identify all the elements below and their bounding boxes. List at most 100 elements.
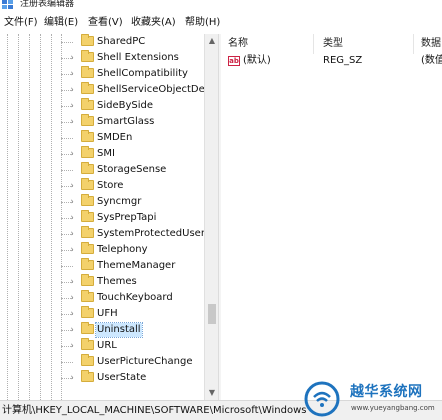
tree-node-label: URL	[97, 340, 117, 351]
tree-node-label: Syncmgr	[97, 196, 142, 207]
chevron-right-icon[interactable]: ›	[68, 52, 76, 64]
menu-bar: 文件(F) 编辑(E) 查看(V) 收藏夹(A) 帮助(H)	[0, 12, 442, 35]
tree-node[interactable]: › TouchKeyboard	[0, 290, 204, 306]
values-list[interactable]: 名称 类型 数据 ab (默认) REG_SZ (数值	[221, 34, 442, 400]
menu-favorites[interactable]: 收藏夹(A)	[131, 16, 176, 30]
folder-icon	[81, 114, 94, 126]
chevron-right-icon[interactable]: ›	[68, 212, 76, 224]
column-header-data[interactable]: 数据	[421, 37, 441, 51]
folder-icon	[81, 210, 94, 222]
chevron-right-icon[interactable]: ›	[68, 292, 76, 304]
tree-node[interactable]: › Shell Extensions	[0, 50, 204, 66]
tree-node-label: Store	[97, 180, 124, 191]
tree-node[interactable]: StorageSense	[0, 162, 204, 178]
menu-help[interactable]: 帮助(H)	[185, 16, 220, 30]
watermark-url: www.yueyangbang.com	[351, 404, 435, 412]
tree-node[interactable]: › SMI	[0, 146, 204, 162]
tree-node[interactable]: UserPictureChange	[0, 354, 204, 370]
chevron-right-icon[interactable]: ›	[68, 196, 76, 208]
tree-connector	[61, 42, 73, 43]
folder-icon	[81, 226, 94, 238]
tree-connector	[61, 266, 73, 267]
tree-node[interactable]: › UserState	[0, 370, 204, 386]
window-title: 注册表编辑器	[20, 0, 75, 9]
chevron-right-icon[interactable]: ›	[68, 180, 76, 192]
tree-connector	[61, 170, 73, 171]
chevron-right-icon[interactable]: ›	[68, 324, 76, 336]
value-data: (数值	[421, 55, 442, 66]
scroll-down-icon[interactable]: ▼	[207, 388, 217, 398]
menu-view[interactable]: 查看(V)	[88, 16, 123, 30]
tree-node[interactable]: › UFH	[0, 306, 204, 322]
status-path: 计算机\HKEY_LOCAL_MACHINE\SOFTWARE\Microsof…	[2, 405, 307, 416]
value-type: REG_SZ	[323, 55, 363, 66]
folder-icon	[81, 98, 94, 110]
tree-node-label: Telephony	[97, 244, 148, 255]
scroll-up-icon[interactable]: ▲	[207, 36, 217, 46]
folder-icon	[81, 370, 94, 382]
folder-icon	[81, 290, 94, 302]
chevron-right-icon[interactable]: ›	[68, 84, 76, 96]
tree-node[interactable]: › Telephony	[0, 242, 204, 258]
column-divider[interactable]	[413, 34, 414, 54]
folder-icon	[81, 258, 94, 270]
tree-node[interactable]: › Store	[0, 178, 204, 194]
tree-node-label: TouchKeyboard	[97, 292, 173, 303]
tree-node-label: SMDEn	[97, 132, 133, 143]
folder-icon	[81, 34, 94, 46]
tree-node[interactable]: › URL	[0, 338, 204, 354]
regedit-icon	[2, 0, 13, 9]
watermark-logo-icon	[304, 381, 340, 417]
tree-node[interactable]: › Themes	[0, 274, 204, 290]
folder-icon	[81, 178, 94, 190]
tree-node-label: ShellServiceObjectDela	[97, 84, 204, 95]
tree-node[interactable]: ThemeManager	[0, 258, 204, 274]
folder-icon	[81, 338, 94, 350]
folder-icon	[81, 146, 94, 158]
folder-icon	[81, 130, 94, 142]
chevron-right-icon[interactable]: ›	[68, 244, 76, 256]
tree-node[interactable]: › Syncmgr	[0, 194, 204, 210]
chevron-right-icon[interactable]: ›	[68, 308, 76, 320]
chevron-right-icon[interactable]: ›	[68, 148, 76, 160]
tree-connector	[61, 138, 73, 139]
chevron-right-icon[interactable]: ›	[68, 100, 76, 112]
tree-node-label: ShellCompatibility	[97, 68, 188, 79]
tree-node-label: UserState	[97, 372, 147, 383]
folder-icon	[81, 66, 94, 78]
scroll-thumb[interactable]	[208, 304, 216, 324]
menu-edit[interactable]: 编辑(E)	[44, 16, 78, 30]
chevron-right-icon[interactable]: ›	[68, 116, 76, 128]
tree-node[interactable]: › SideBySide	[0, 98, 204, 114]
chevron-right-icon[interactable]: ›	[68, 372, 76, 384]
folder-icon	[81, 306, 94, 318]
chevron-right-icon[interactable]: ›	[68, 276, 76, 288]
tree-node-label: SharedPC	[97, 36, 146, 47]
tree-node[interactable]: SMDEn	[0, 130, 204, 146]
chevron-right-icon[interactable]: ›	[68, 68, 76, 80]
tree-node[interactable]: › SysPrepTapi	[0, 210, 204, 226]
tree-node-label: UFH	[97, 308, 118, 319]
column-divider[interactable]	[313, 34, 314, 54]
column-header-name[interactable]: 名称	[228, 37, 248, 51]
tree-node[interactable]: › SystemProtectedUserD	[0, 226, 204, 242]
tree-node-label: SmartGlass	[97, 116, 155, 127]
watermark-brand: 越华系统网	[350, 384, 423, 400]
title-bar: 注册表编辑器	[0, 0, 442, 10]
registry-tree[interactable]: SharedPC › Shell Extensions › ShellCompatibi…	[0, 34, 204, 400]
folder-icon	[81, 50, 94, 62]
menu-file[interactable]: 文件(F)	[4, 16, 38, 30]
tree-node-label: SMI	[97, 148, 115, 159]
folder-icon	[81, 354, 94, 366]
tree-node[interactable]: › SmartGlass	[0, 114, 204, 130]
tree-node[interactable]: › ShellServiceObjectDela	[0, 82, 204, 98]
tree-node[interactable]: › ShellCompatibility	[0, 66, 204, 82]
chevron-right-icon[interactable]: ›	[68, 340, 76, 352]
chevron-right-icon[interactable]: ›	[68, 228, 76, 240]
tree-node-label: UserPictureChange	[97, 356, 193, 367]
tree-scrollbar[interactable]: ▲ ▼	[204, 34, 218, 400]
folder-icon	[81, 162, 94, 174]
tree-node[interactable]: SharedPC	[0, 34, 204, 50]
column-header-type[interactable]: 类型	[323, 37, 343, 51]
tree-node[interactable]: › Uninstall	[0, 322, 204, 338]
